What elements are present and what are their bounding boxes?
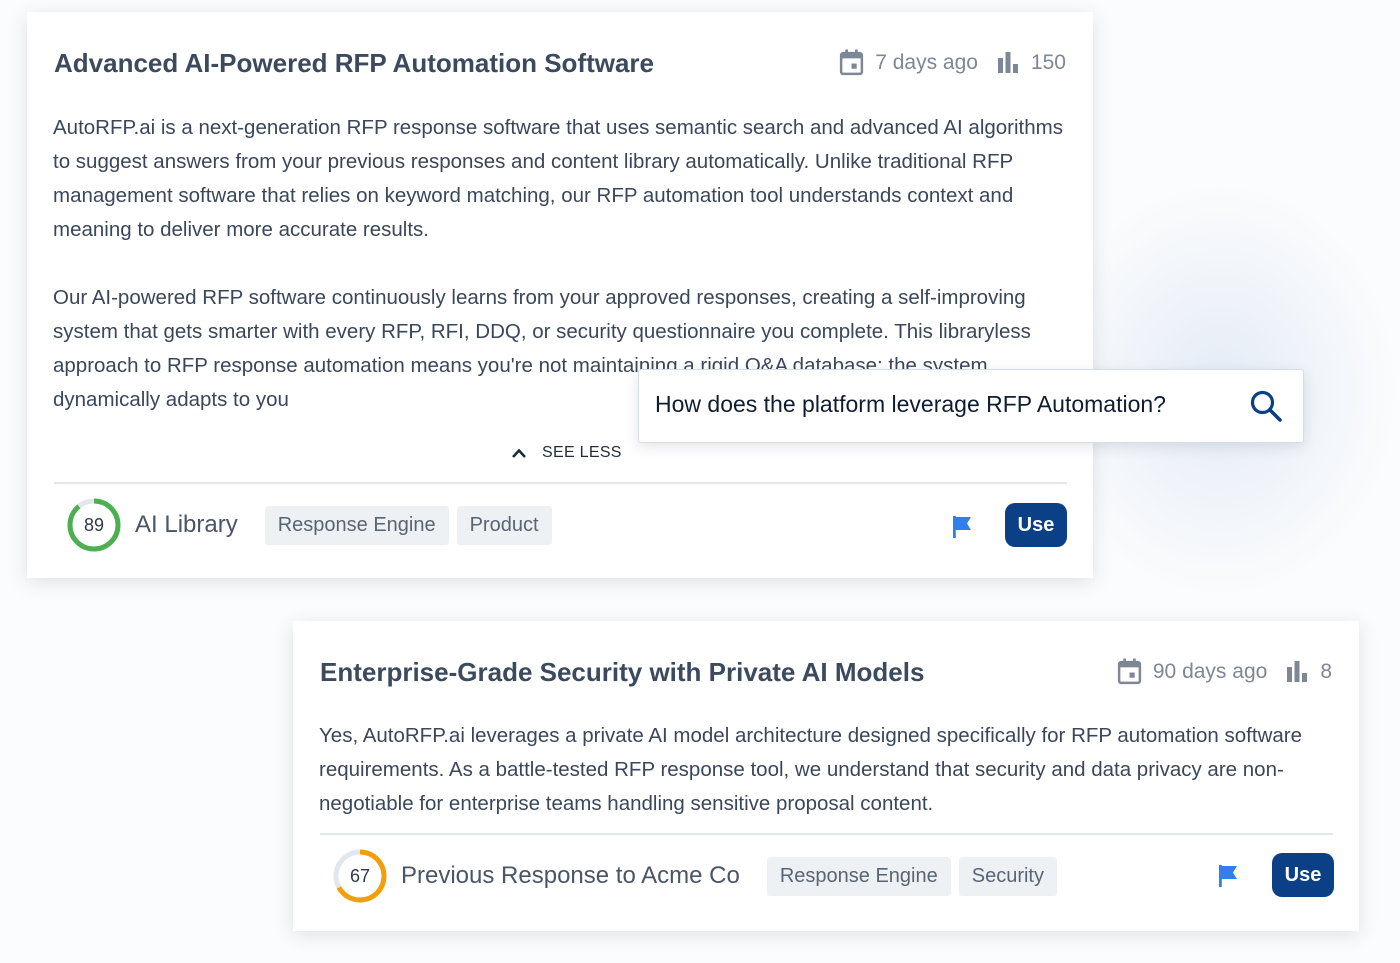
flag-icon[interactable]: [1217, 864, 1241, 888]
search-popup[interactable]: How does the platform leverage RFP Autom…: [638, 369, 1304, 443]
bar-chart-icon: [1287, 660, 1308, 682]
card-paragraph-1: Yes, AutoRFP.ai leverages a private AI m…: [319, 724, 1303, 815]
tag-response-engine[interactable]: Response Engine: [766, 856, 951, 896]
search-icon[interactable]: [1249, 389, 1283, 423]
card-age: 7 days ago: [875, 50, 978, 74]
card-meta: 7 days ago 150: [839, 49, 1066, 76]
score-value: 89: [83, 514, 105, 535]
see-less-label: SEE LESS: [542, 444, 622, 461]
card-divider: [320, 833, 1333, 835]
card-views: 150: [1030, 50, 1066, 74]
search-query[interactable]: How does the platform leverage RFP Autom…: [655, 391, 1166, 418]
card-title: Advanced AI-Powered RFP Automation Softw…: [54, 48, 655, 78]
card-divider: [54, 482, 1067, 484]
calendar-icon: [840, 49, 864, 76]
score-value: 67: [349, 865, 371, 886]
confidence-score: 67: [332, 848, 388, 904]
see-less-toggle[interactable]: SEE LESS: [511, 444, 622, 462]
card-age: 90 days ago: [1152, 659, 1268, 683]
answer-card-2: Enterprise-Grade Security with Private A…: [293, 621, 1359, 931]
card-views: 8: [1320, 659, 1332, 683]
tag-response-engine[interactable]: Response Engine: [264, 505, 449, 545]
use-button[interactable]: Use: [1272, 853, 1334, 897]
flag-icon[interactable]: [951, 515, 975, 539]
calendar-icon: [1117, 658, 1142, 685]
card-footer: 89 AI Library Response Engine Product: [66, 497, 552, 553]
card-body: Yes, AutoRFP.ai leverages a private AI m…: [319, 719, 1339, 821]
card-meta: 90 days ago 8: [1117, 658, 1332, 685]
source-name[interactable]: AI Library: [135, 511, 238, 539]
tag-product[interactable]: Product: [456, 505, 552, 545]
source-name[interactable]: Previous Response to Acme Co: [401, 862, 740, 890]
card-footer: 67 Previous Response to Acme Co Response…: [332, 848, 1057, 904]
tag-security[interactable]: Security: [958, 856, 1057, 896]
chevron-up-icon: [512, 448, 526, 458]
answer-card-1: Advanced AI-Powered RFP Automation Softw…: [27, 12, 1093, 578]
bar-chart-icon: [997, 51, 1018, 73]
use-button[interactable]: Use: [1005, 503, 1067, 547]
confidence-score: 89: [66, 497, 122, 553]
card-paragraph-1: AutoRFP.ai is a next-generation RFP resp…: [53, 116, 1063, 241]
card-title: Enterprise-Grade Security with Private A…: [320, 657, 925, 687]
